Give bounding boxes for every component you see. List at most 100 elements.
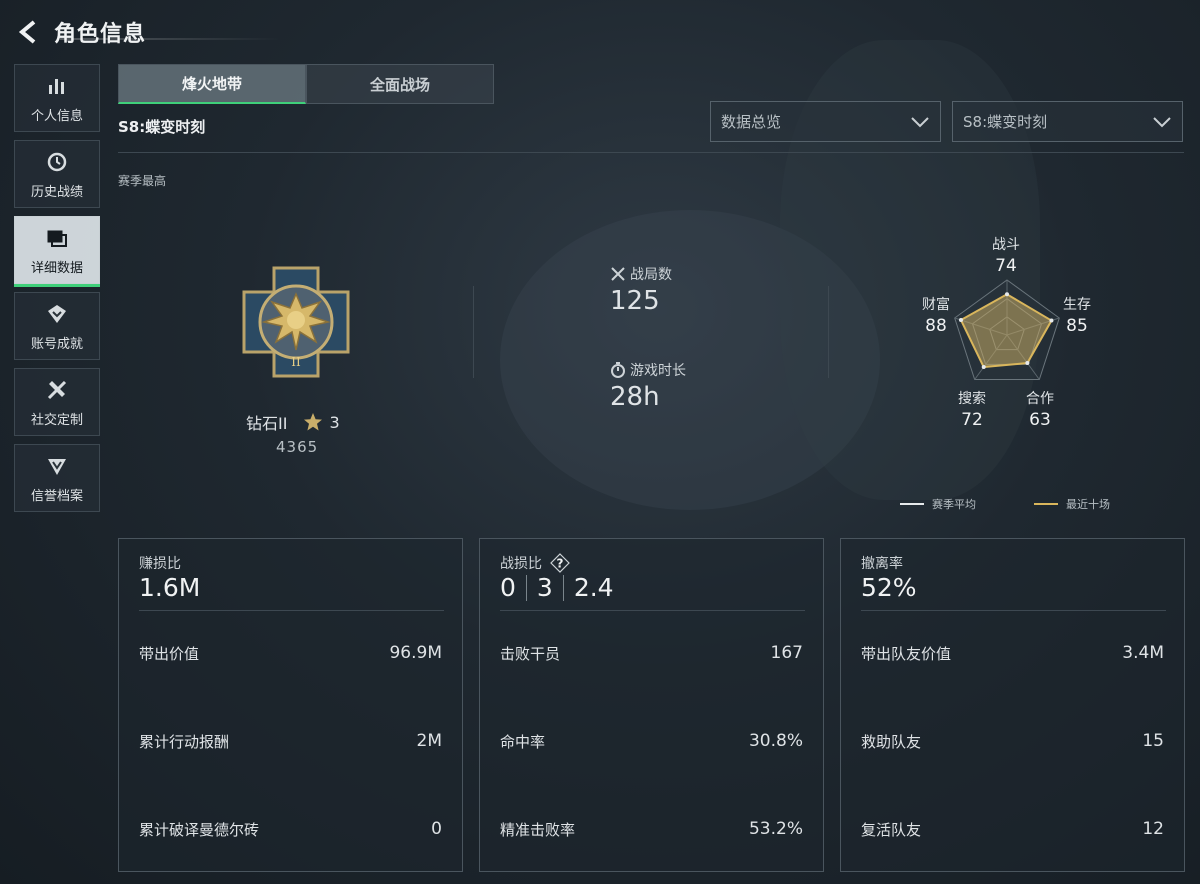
rank-emblem-icon: II [242, 266, 350, 378]
stat-row-value: 30.8% [748, 731, 803, 751]
radar-axis-label: 搜索 [958, 391, 986, 407]
radar-axis-value: 85 [1066, 316, 1088, 336]
sidebar-item-label: 历史战绩 [30, 184, 83, 200]
card-main-value: 0 3 2.4 [500, 573, 614, 602]
matches-stat: 战局数 125 [610, 264, 672, 316]
achievement-badge-icon [44, 301, 70, 327]
radar-axis-label: 合作 [1026, 391, 1054, 407]
back-button[interactable] [12, 15, 46, 49]
stat-row-value: 2M [416, 731, 442, 751]
svg-text:II: II [291, 355, 301, 369]
season-dropdown-value: S8:蝶变时刻 [963, 113, 1048, 131]
separator [562, 574, 564, 601]
chevron-down-icon [1153, 116, 1171, 127]
extract-card: 撤离率 52% 带出队友价值 3.4M 救助队友 15 复活队友 12 [840, 538, 1185, 872]
page-title: 角色信息 [54, 22, 147, 47]
help-icon[interactable]: ? [550, 553, 570, 573]
view-dropdown[interactable]: 数据总览 [710, 101, 941, 142]
card-title: 战损比 [500, 556, 542, 572]
sidebar: 个人信息 历史战绩 详细数据 账号成就 社交定制 信誉档案 [14, 64, 100, 520]
sidebar-item-label: 账号成就 [30, 336, 83, 352]
stat-row: 累计行动报酬 2M [139, 731, 442, 752]
season-dropdown[interactable]: S8:蝶变时刻 [952, 101, 1183, 142]
radar-axis-value: 88 [925, 316, 947, 336]
sidebar-item-achievements[interactable]: 账号成就 [14, 292, 100, 360]
stat-row-value: 0 [431, 819, 442, 839]
stat-row-label: 带出价值 [139, 645, 200, 663]
stat-row-label: 命中率 [500, 733, 546, 751]
legend-swatch [1034, 503, 1058, 505]
sidebar-item-social-custom[interactable]: 社交定制 [14, 368, 100, 436]
clock-history-icon [44, 149, 70, 175]
stat-row-label: 精准击败率 [500, 821, 576, 839]
playtime-label: 游戏时长 [630, 363, 686, 379]
extract-rate-value: 52% [861, 573, 917, 602]
card-title: 撤离率 [861, 556, 903, 572]
profit-ratio-value: 1.6M [139, 573, 201, 602]
stopwatch-icon [611, 362, 625, 378]
rank-name-row: 钻石II 3 [246, 410, 340, 434]
season-best-label: 赛季最高 [118, 174, 167, 188]
radar-axis-label: 财富 [922, 297, 950, 313]
stat-row-value: 167 [770, 643, 803, 663]
divider [139, 610, 444, 611]
mode-tabs: 烽火地带 全面战场 [118, 64, 494, 104]
stat-row-label: 带出队友价值 [861, 645, 952, 663]
back-arrow-icon [18, 20, 36, 44]
radar-chart: 战斗 74 生存 85 合作 63 搜索 72 财富 88 [900, 230, 1120, 440]
stat-row-value: 3.4M [1122, 643, 1164, 663]
separator [525, 574, 527, 601]
kd-ratio-value: 2.4 [573, 573, 614, 602]
stat-row: 命中率 30.8% [500, 731, 803, 752]
stat-row-value: 53.2% [748, 819, 803, 839]
season-title: S8:蝶变时刻 [118, 118, 206, 136]
stat-row-label: 救助队友 [861, 733, 922, 751]
radar-axis-value: 74 [995, 256, 1017, 276]
stat-row-label: 累计破译曼德尔砖 [139, 821, 260, 839]
stat-row: 带出队友价值 3.4M [861, 643, 1164, 664]
sidebar-item-history[interactable]: 历史战绩 [14, 140, 100, 208]
stat-row: 复活队友 12 [861, 819, 1164, 840]
star-icon [304, 413, 323, 431]
legend-recent-ten: 最近十场 [1034, 496, 1110, 512]
divider [118, 152, 1184, 153]
stat-row-value: 15 [1142, 731, 1164, 751]
tab-hazard-zone[interactable]: 烽火地带 [118, 64, 306, 104]
view-dropdown-value: 数据总览 [721, 113, 782, 131]
card-title: 赚损比 [139, 556, 181, 572]
combat-card: 战损比 ? 0 3 2.4 击败干员 167 命中率 30.8% 精准击败率 53.2… [479, 538, 824, 872]
profit-card: 赚损比 1.6M 带出价值 96.9M 累计行动报酬 2M 累计破译曼德尔砖 0 [118, 538, 463, 872]
sidebar-item-label: 信誉档案 [30, 488, 83, 504]
bar-chart-icon [44, 73, 70, 99]
stat-row-label: 复活队友 [861, 821, 922, 839]
radar-point [1025, 361, 1030, 366]
matches-label: 战局数 [630, 267, 672, 283]
stat-row: 精准击败率 53.2% [500, 819, 803, 840]
divider [500, 610, 805, 611]
stat-row-label: 击败干员 [500, 645, 561, 663]
rank-name: 钻石II [246, 414, 288, 433]
wrench-tools-icon [44, 377, 70, 403]
stat-row: 带出价值 96.9M [139, 643, 442, 664]
stat-row-label: 累计行动报酬 [139, 733, 230, 751]
radar-axis-value: 63 [1029, 410, 1051, 430]
sidebar-item-detailed-data[interactable]: 详细数据 [14, 216, 100, 287]
sidebar-item-credit-record[interactable]: 信誉档案 [14, 444, 100, 512]
crossed-swords-icon [611, 267, 625, 281]
stat-row: 救助队友 15 [861, 731, 1164, 752]
rank-stars: 3 [329, 412, 340, 432]
sidebar-item-personal-info[interactable]: 个人信息 [14, 64, 100, 132]
legend-swatch [900, 503, 924, 505]
stat-row: 击败干员 167 [500, 643, 803, 664]
stat-row-value: 12 [1142, 819, 1164, 839]
tab-full-battlefield[interactable]: 全面战场 [306, 64, 494, 104]
deaths-part: 3 [536, 573, 553, 602]
svg-text:?: ? [557, 557, 564, 571]
playtime-value: 28h [610, 382, 660, 412]
sidebar-item-label: 个人信息 [30, 108, 83, 124]
title-underline [60, 38, 280, 40]
radar-point [1005, 292, 1009, 297]
folder-icon [44, 225, 70, 251]
rank-score: 4365 [276, 438, 319, 456]
card-main-value: 1.6M [139, 573, 200, 602]
